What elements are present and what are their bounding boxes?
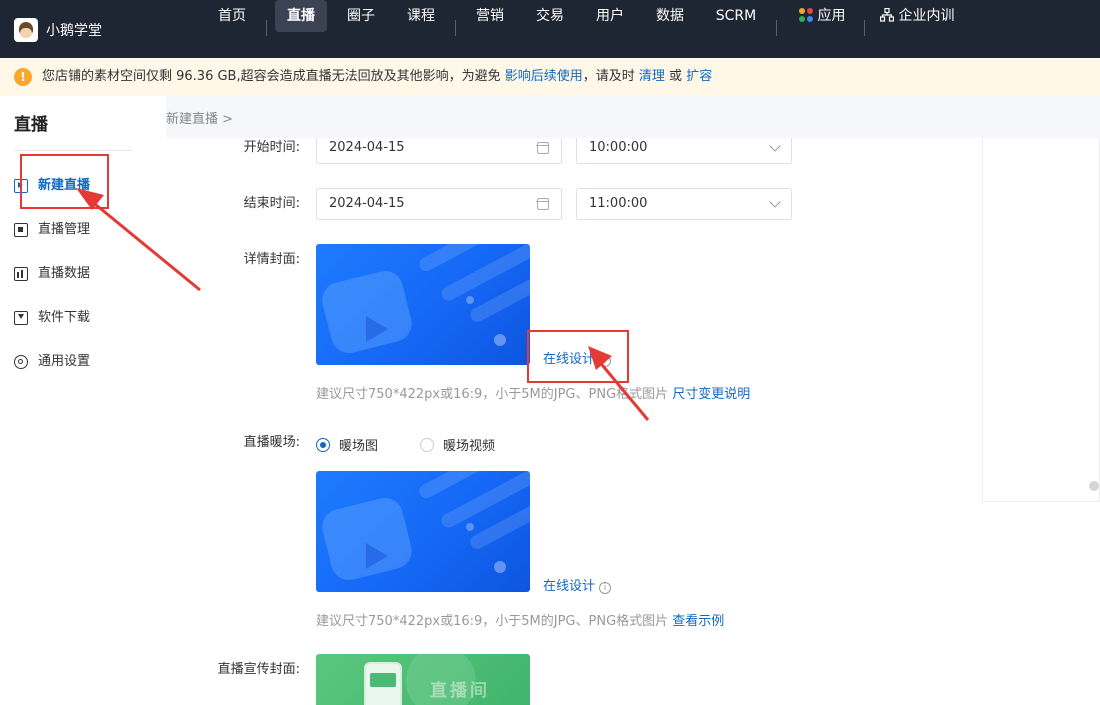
start-date-value: 2024-04-15 — [329, 140, 405, 155]
nav-item-apps[interactable]: 应用 — [790, 0, 854, 32]
start-time-select[interactable]: 10:00:00 — [576, 138, 792, 164]
new-live-icon — [14, 179, 28, 193]
design-link-label: 在线设计 — [543, 352, 596, 367]
promo-cover-label: 直播宣传封面: — [217, 662, 300, 677]
storage-warning-banner: ! 您店铺的素材空间仅剩 96.36 GB,超容会造成直播无法回放及其他影响，为… — [0, 58, 1100, 96]
promo-image-text: 直播间 — [430, 681, 490, 701]
nav-item-scrm[interactable]: SCRM — [706, 0, 766, 32]
sidebar-item-live-manage[interactable]: 直播管理 — [14, 218, 154, 242]
nav-item-home[interactable]: 首页 — [207, 0, 257, 32]
size-change-link[interactable]: 尺寸变更说明 — [672, 387, 750, 402]
sidebar-item-label: 软件下载 — [38, 310, 91, 325]
end-date-input[interactable]: 2024-04-15 — [316, 188, 562, 220]
detail-cover-label: 详情封面: — [243, 252, 300, 267]
sidebar-title: 直播 — [14, 115, 48, 135]
nav-item-trade[interactable]: 交易 — [525, 0, 575, 32]
end-time-label: 结束时间: — [243, 196, 300, 211]
live-data-icon — [14, 267, 28, 281]
start-time-value: 10:00:00 — [589, 140, 648, 155]
warmup-hint: 建议尺寸750*422px或16:9，小于5M的JPG、PNG格式图片 查看示例 — [316, 610, 724, 629]
info-icon: i — [599, 582, 612, 594]
download-icon — [14, 311, 28, 325]
radio-label: 暖场图 — [339, 439, 379, 454]
sidebar-divider — [14, 150, 132, 151]
start-date-input[interactable]: 2024-04-15 — [316, 138, 562, 164]
end-time-value: 11:00:00 — [589, 196, 648, 211]
chevron-down-icon — [769, 196, 781, 208]
sidebar-item-live-data[interactable]: 直播数据 — [14, 262, 154, 286]
nav-item-live[interactable]: 直播 — [275, 0, 327, 32]
radio-checked-icon — [316, 437, 330, 452]
warmup-image[interactable] — [316, 471, 530, 592]
phone-illustration — [364, 662, 402, 705]
notice-text-middle: ，请及时 — [582, 69, 639, 84]
breadcrumb-current[interactable]: 新建直播 > — [166, 112, 233, 127]
gear-icon — [14, 355, 28, 369]
nav-item-course[interactable]: 课程 — [396, 0, 446, 32]
top-navigation-bar: 小鹅学堂 首页 直播 圈子 课程 营销 交易 用户 数据 SCRM 应用 企业内… — [0, 0, 1100, 58]
warning-icon: ! — [14, 68, 32, 86]
notice-text-or: 或 — [664, 69, 687, 84]
warmup-design-link[interactable]: 在线设计 i — [543, 575, 612, 594]
nav-item-training-label: 企业内训 — [898, 8, 955, 24]
preview-status-icon — [1089, 481, 1099, 491]
expand-link[interactable]: 扩容 — [686, 69, 712, 84]
notice-text-before: 您店铺的素材空间仅剩 96.36 GB,超容会造成直播无法回放及其他影响，为避免 — [42, 69, 505, 84]
end-time-select[interactable]: 11:00:00 — [576, 188, 792, 220]
chevron-down-icon — [769, 140, 781, 152]
impact-link[interactable]: 影响后续使用 — [505, 69, 583, 84]
sidebar-item-label: 新建直播 — [38, 178, 91, 193]
calendar-icon — [536, 142, 549, 154]
storage-warning-text: 您店铺的素材空间仅剩 96.36 GB,超容会造成直播无法回放及其他影响，为避免… — [42, 68, 712, 86]
detail-cover-hint-text: 建议尺寸750*422px或16:9，小于5M的JPG、PNG格式图片 — [316, 387, 673, 402]
sidebar-item-label: 通用设置 — [38, 354, 91, 369]
sidebar-item-label: 直播数据 — [38, 266, 91, 281]
org-chart-icon — [879, 2, 894, 22]
live-manage-icon — [14, 223, 28, 237]
preview-panel — [982, 138, 1100, 502]
detail-cover-image[interactable] — [316, 244, 530, 365]
nav-item-data[interactable]: 数据 — [645, 0, 695, 32]
sidebar-item-download[interactable]: 软件下载 — [14, 306, 154, 330]
start-time-label: 开始时间: — [243, 140, 300, 155]
nav-divider — [864, 20, 865, 36]
nav-item-circle[interactable]: 圈子 — [336, 0, 386, 32]
warmup-label: 直播暖场: — [243, 435, 300, 450]
design-link-label: 在线设计 — [543, 579, 596, 594]
end-date-value: 2024-04-15 — [329, 196, 405, 211]
radio-unchecked-icon — [420, 437, 434, 452]
detail-cover-design-link[interactable]: 在线设计 i — [543, 348, 612, 367]
warmup-video-radio[interactable]: 暖场视频 — [420, 435, 495, 454]
nav-divider — [455, 20, 456, 36]
calendar-icon — [536, 198, 549, 210]
apps-icon — [798, 8, 813, 22]
nav-divider — [266, 20, 267, 36]
sidebar: 直播 新建直播 直播管理 直播数据 软件下载 通用设置 — [0, 96, 166, 705]
radio-label: 暖场视频 — [443, 439, 496, 454]
nav-item-apps-label: 应用 — [817, 8, 846, 24]
brand[interactable]: 小鹅学堂 — [14, 17, 102, 43]
sidebar-item-label: 直播管理 — [38, 222, 91, 237]
warmup-hint-text: 建议尺寸750*422px或16:9，小于5M的JPG、PNG格式图片 — [316, 614, 673, 629]
info-icon: i — [599, 355, 612, 367]
view-example-link[interactable]: 查看示例 — [672, 614, 724, 629]
detail-cover-hint: 建议尺寸750*422px或16:9，小于5M的JPG、PNG格式图片 尺寸变更… — [316, 383, 750, 402]
sidebar-item-settings[interactable]: 通用设置 — [14, 350, 154, 374]
nav-item-users[interactable]: 用户 — [585, 0, 635, 32]
brand-logo-icon — [14, 18, 38, 42]
promo-cover-image[interactable]: 直播间 — [316, 654, 530, 705]
nav-divider — [776, 20, 777, 36]
nav-item-marketing[interactable]: 营销 — [465, 0, 515, 32]
live-form: 开始时间: 2024-04-15 10:00:00 结束时间: 2024-04-… — [166, 138, 1100, 705]
brand-name: 小鹅学堂 — [46, 23, 102, 39]
warmup-image-radio[interactable]: 暖场图 — [316, 435, 378, 454]
sidebar-item-new-live[interactable]: 新建直播 — [14, 174, 154, 198]
nav-item-training[interactable]: 企业内训 — [872, 0, 962, 32]
breadcrumb: 新建直播 > — [166, 96, 1100, 138]
clean-link[interactable]: 清理 — [639, 69, 665, 84]
